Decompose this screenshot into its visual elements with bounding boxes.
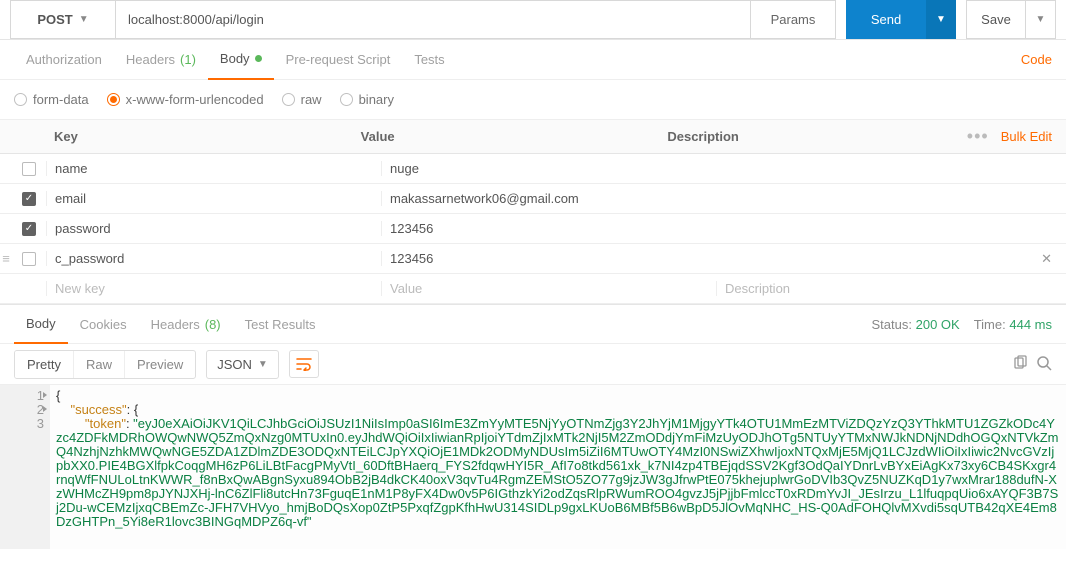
desc-placeholder[interactable]: Description (716, 281, 1066, 296)
table-row[interactable]: ≡ c_password 123456 ✕ (0, 244, 1066, 274)
save-button[interactable]: Save (966, 0, 1026, 39)
radio-raw[interactable]: raw (282, 92, 322, 107)
radio-formdata[interactable]: form-data (14, 92, 89, 107)
key-cell[interactable]: c_password (46, 251, 381, 266)
response-body[interactable]: 1 2 3 { "success": { "token": "eyJ0eXAiO… (0, 384, 1066, 549)
http-method-value: POST (37, 12, 72, 27)
radio-icon (14, 93, 27, 106)
key-placeholder[interactable]: New key (46, 281, 381, 296)
wrap-line-icon[interactable] (289, 350, 319, 378)
tab-tests[interactable]: Tests (402, 40, 456, 80)
checkbox[interactable] (22, 162, 36, 176)
col-key: Key (46, 129, 353, 144)
tab-body[interactable]: Body (208, 40, 274, 80)
view-preview[interactable]: Preview (125, 351, 195, 378)
more-columns-icon[interactable]: ••• (967, 126, 989, 147)
table-row[interactable]: name nuge (0, 154, 1066, 184)
send-dropdown[interactable]: ▼ (926, 0, 956, 39)
code-link[interactable]: Code (1021, 52, 1052, 67)
radio-icon (340, 93, 353, 106)
col-value: Value (353, 129, 660, 144)
radio-binary[interactable]: binary (340, 92, 394, 107)
params-button[interactable]: Params (751, 0, 836, 39)
key-cell[interactable]: name (46, 161, 381, 176)
url-input[interactable] (115, 0, 751, 39)
key-cell[interactable]: password (46, 221, 381, 236)
col-description: Description (659, 129, 966, 144)
table-row[interactable]: password 123456 (0, 214, 1066, 244)
table-row[interactable]: email makassarnetwork06@gmail.com (0, 184, 1066, 214)
radio-icon (282, 93, 295, 106)
view-raw[interactable]: Raw (74, 351, 125, 378)
radio-icon (107, 93, 120, 106)
bulk-edit-link[interactable]: Bulk Edit (1001, 129, 1052, 144)
send-button[interactable]: Send (846, 0, 926, 39)
json-code[interactable]: { "success": { "token": "eyJ0eXAiOiJKV1Q… (50, 385, 1066, 549)
tab-headers[interactable]: Headers (1) (114, 40, 208, 80)
key-cell[interactable]: email (46, 191, 381, 206)
radio-urlencoded[interactable]: x-www-form-urlencoded (107, 92, 264, 107)
value-cell[interactable]: makassarnetwork06@gmail.com (381, 191, 716, 206)
search-icon[interactable] (1036, 355, 1052, 374)
drag-handle-icon[interactable]: ≡ (0, 251, 12, 266)
tab-body-label: Body (220, 51, 250, 66)
modified-dot-icon (255, 55, 262, 62)
save-dropdown[interactable]: ▼ (1026, 0, 1056, 39)
http-method-select[interactable]: POST ▼ (10, 0, 115, 39)
tab-prerequest[interactable]: Pre-request Script (274, 40, 403, 80)
tab-headers-label: Headers (126, 52, 175, 67)
value-cell[interactable]: nuge (381, 161, 716, 176)
table-row-new[interactable]: New key Value Description (0, 274, 1066, 304)
chevron-down-icon: ▼ (79, 14, 89, 25)
delete-row-icon[interactable]: ✕ (1041, 251, 1052, 267)
checkbox[interactable] (22, 222, 36, 236)
chevron-down-icon: ▼ (936, 14, 946, 25)
resp-tab-body[interactable]: Body (14, 304, 68, 344)
value-cell[interactable]: 123456 (381, 221, 716, 236)
status-value: 200 OK (916, 317, 960, 332)
time-value: 444 ms (1009, 317, 1052, 332)
line-gutter: 1 2 3 (0, 385, 50, 549)
checkbox[interactable] (22, 192, 36, 206)
value-placeholder[interactable]: Value (381, 281, 716, 296)
copy-icon[interactable] (1012, 355, 1028, 374)
time-label: Time: 444 ms (974, 317, 1052, 332)
view-pretty[interactable]: Pretty (15, 351, 74, 378)
kv-header-row: Key Value Description ••• Bulk Edit (0, 120, 1066, 154)
resp-tab-headers[interactable]: Headers (8) (139, 304, 233, 344)
chevron-down-icon: ▼ (1036, 14, 1046, 25)
resp-tab-tests[interactable]: Test Results (233, 304, 328, 344)
status-label: Status: 200 OK (872, 317, 960, 332)
checkbox[interactable] (22, 252, 36, 266)
tab-authorization[interactable]: Authorization (14, 40, 114, 80)
resp-tab-cookies[interactable]: Cookies (68, 304, 139, 344)
format-select[interactable]: JSON ▼ (206, 350, 279, 379)
chevron-down-icon: ▼ (258, 359, 268, 370)
tab-headers-count: (1) (180, 52, 196, 67)
value-cell[interactable]: 123456 (381, 251, 716, 266)
